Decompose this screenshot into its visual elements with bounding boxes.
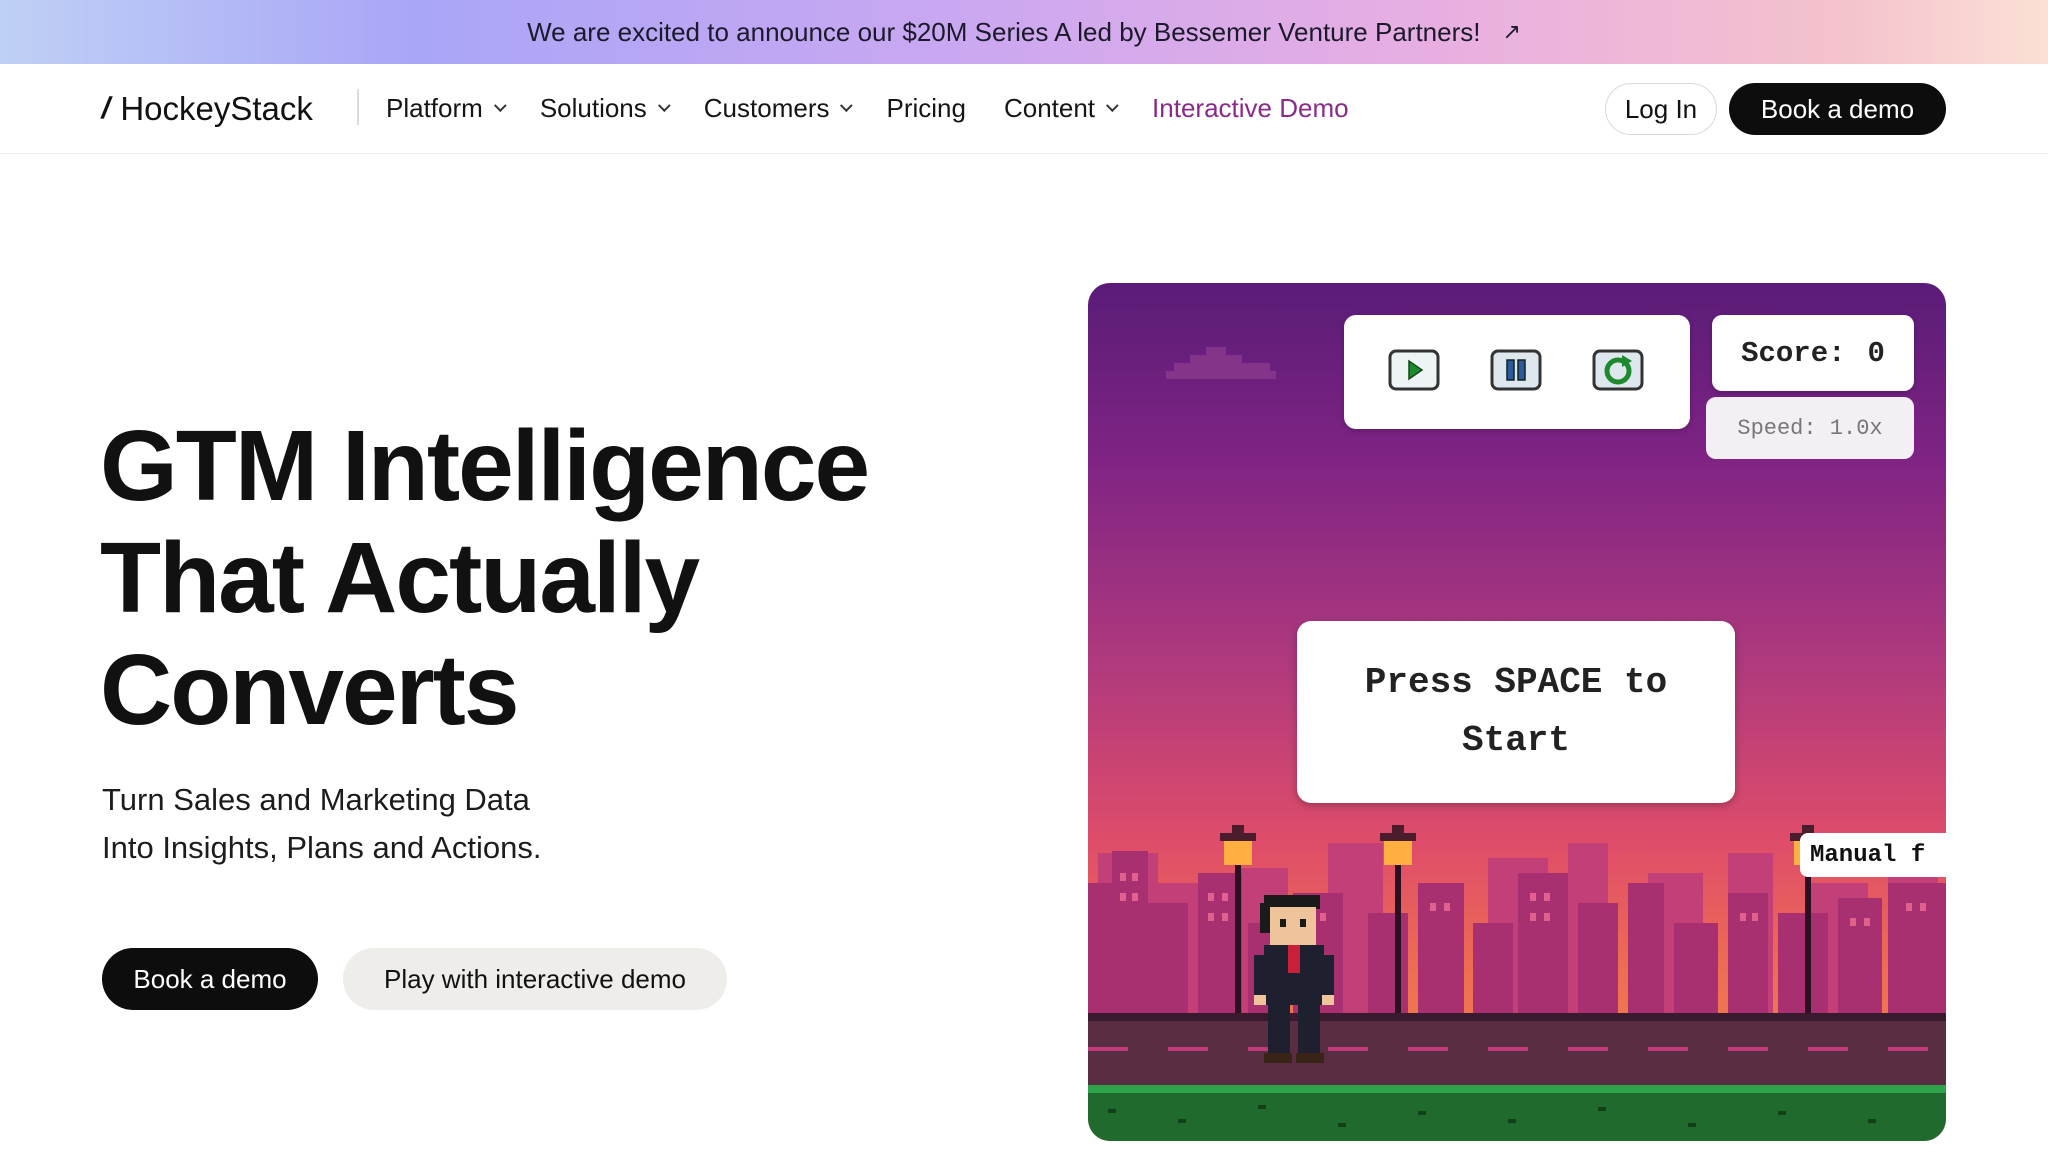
score-value: 0 — [1867, 336, 1885, 370]
road — [1088, 1021, 1946, 1085]
announcement-banner[interactable]: We are excited to announce our $20M Seri… — [0, 0, 2048, 64]
start-prompt[interactable]: Press SPACE to Start — [1297, 621, 1735, 803]
nav-label: Customers — [703, 92, 830, 123]
grass — [1088, 1093, 1946, 1141]
nav-item-customers[interactable]: Customers — [703, 92, 854, 124]
score-label: Score: — [1741, 336, 1846, 370]
site-header: / HockeyStack Platform Solutions Custome… — [0, 64, 2048, 154]
chevron-down-icon — [657, 98, 671, 112]
grass-edge — [1088, 1085, 1946, 1093]
start-prompt-line: Start — [1461, 720, 1571, 761]
game-controls — [1344, 315, 1690, 429]
score-display: Score: 0 — [1712, 315, 1914, 391]
nav-item-pricing[interactable]: Pricing — [886, 93, 965, 124]
nav-label: Platform — [386, 92, 483, 123]
play-icon[interactable] — [1388, 349, 1440, 391]
nav-item-platform[interactable]: Platform — [386, 92, 507, 124]
hero-subtitle: Turn Sales and Marketing Data Into Insig… — [102, 776, 541, 872]
pause-icon[interactable] — [1490, 349, 1542, 391]
play-interactive-demo-button[interactable]: Play with interactive demo — [343, 948, 727, 1010]
restart-icon[interactable] — [1592, 349, 1644, 391]
hero-title: GTM Intelligence That Actually Converts — [100, 410, 920, 746]
header-divider — [357, 89, 359, 125]
chevron-down-icon — [840, 98, 854, 112]
nav-label: Solutions — [539, 92, 647, 123]
nav-item-content[interactable]: Content — [1003, 92, 1119, 124]
nav-item-solutions[interactable]: Solutions — [539, 92, 671, 124]
speed-display: Speed: 1.0x — [1706, 397, 1914, 459]
logo[interactable]: / HockeyStack — [99, 88, 313, 130]
nav-item-interactive-demo[interactable]: Interactive Demo — [1152, 93, 1349, 124]
main-nav: Platform Solutions Customers Pricing Con… — [386, 86, 1387, 130]
external-arrow-icon[interactable]: ↗ — [1502, 19, 1520, 45]
sidewalk-rail — [1088, 1013, 1946, 1021]
book-demo-button[interactable]: Book a demo — [1729, 83, 1946, 135]
chevron-down-icon — [493, 98, 507, 112]
hero-book-demo-button[interactable]: Book a demo — [102, 948, 318, 1010]
hero-title-line: Converts — [100, 634, 519, 746]
hockeystick-logo-icon: / — [98, 92, 114, 125]
login-button[interactable]: Log In — [1605, 83, 1717, 135]
logo-text: HockeyStack — [120, 90, 313, 127]
chevron-down-icon — [1106, 98, 1119, 112]
manual-tag: Manual f — [1800, 833, 1946, 877]
hero-subtitle-line: Into Insights, Plans and Actions. — [102, 830, 542, 865]
nav-label: Pricing — [886, 92, 966, 123]
interactive-game[interactable]: Score: 0 Speed: 1.0x Press SPACE to Star… — [1088, 283, 1946, 1141]
nav-label: Interactive Demo — [1152, 92, 1349, 123]
announcement-text[interactable]: We are excited to announce our $20M Seri… — [527, 17, 1480, 48]
hero-title-line: GTM Intelligence — [100, 410, 870, 522]
pixel-cloud — [1166, 347, 1276, 379]
nav-label: Content — [1003, 92, 1096, 123]
start-prompt-line: Press SPACE to — [1364, 662, 1668, 703]
hero-title-line: That Actually — [100, 522, 700, 634]
hero-subtitle-line: Turn Sales and Marketing Data — [102, 782, 530, 817]
